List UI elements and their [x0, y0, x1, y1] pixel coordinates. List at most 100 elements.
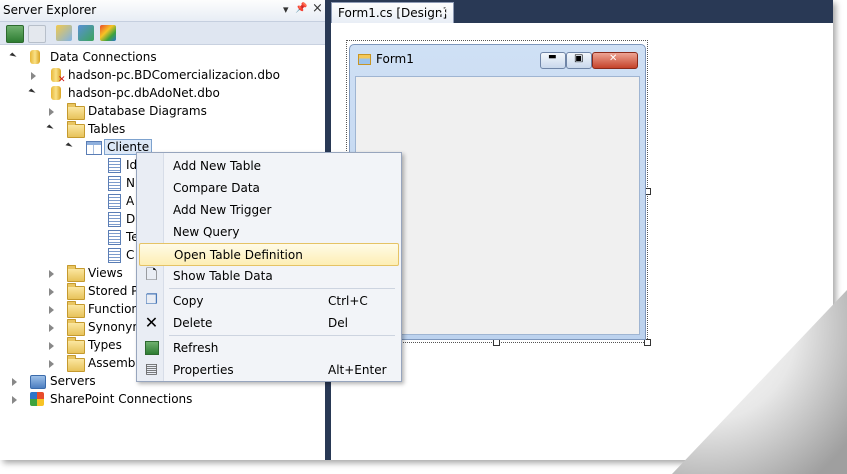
close-button[interactable]: ✕: [592, 52, 638, 69]
tree-label: hadson-pc.BDComercializacion.dbo: [68, 68, 280, 82]
dropdown-icon[interactable]: ▾: [283, 3, 289, 16]
folder-icon: [67, 283, 85, 300]
panel-title: Server Explorer: [3, 3, 97, 17]
menu-separator: [169, 335, 395, 336]
expand-arrow-icon[interactable]: [49, 288, 54, 296]
menu-item-delete[interactable]: ✕ Delete Del: [139, 312, 397, 333]
menu-item-compare-data[interactable]: Compare Data: [139, 177, 397, 198]
menu-item-properties[interactable]: ▤ Properties Alt+Enter: [139, 359, 397, 380]
servers-icon: [30, 375, 46, 389]
tree-label: hadson-pc.dbAdoNet.dbo: [68, 86, 220, 100]
folder-icon: [67, 103, 85, 120]
form-icon: [358, 54, 371, 65]
resize-handle[interactable]: [644, 339, 651, 346]
sharepoint-icon: [30, 392, 44, 406]
expand-arrow-icon[interactable]: [31, 72, 36, 80]
menu-item-copy[interactable]: ❐ Copy Ctrl+C: [139, 290, 397, 311]
data-connections-icon: [30, 50, 40, 64]
tree-label: Types: [88, 338, 122, 352]
folder-icon: [67, 355, 85, 372]
resize-handle[interactable]: [493, 339, 500, 346]
connect-server-icon[interactable]: [78, 25, 94, 41]
tab-close-icon[interactable]: ×: [438, 4, 449, 19]
properties-icon: ▤: [144, 361, 159, 377]
tab-form1-design[interactable]: Form1.cs [Design]: [331, 2, 455, 23]
tree-label: D: [126, 212, 136, 226]
tree-label: N: [126, 176, 135, 190]
form-title: Form1: [376, 52, 414, 66]
menu-item-add-new-table[interactable]: Add New Table: [139, 155, 397, 176]
menu-item-new-query[interactable]: New Query: [139, 221, 397, 242]
pin-icon[interactable]: 📌: [295, 3, 307, 14]
column-icon: [108, 230, 121, 245]
expand-arrow-icon[interactable]: [49, 360, 54, 368]
expand-arrow-icon[interactable]: [49, 306, 54, 314]
expand-arrow-icon[interactable]: [12, 396, 17, 404]
tree-label: Views: [88, 266, 123, 280]
expand-arrow-icon[interactable]: [49, 324, 54, 332]
context-menu: Add New Table Compare Data Add New Trigg…: [136, 152, 402, 382]
menu-item-show-table-data[interactable]: 🗋 Show Table Data: [139, 265, 397, 286]
expand-arrow-icon[interactable]: [49, 270, 54, 278]
tree-label: Function: [88, 302, 140, 316]
expand-arrow-icon[interactable]: [12, 378, 17, 386]
menu-label: New Query: [173, 225, 240, 239]
column-icon: [108, 194, 121, 209]
menu-label: Properties: [173, 363, 234, 377]
collapse-arrow-icon[interactable]: [46, 124, 54, 132]
document-icon: 🗋: [145, 267, 158, 283]
folder-icon: [67, 337, 85, 354]
refresh-icon: [145, 341, 159, 355]
collapse-arrow-icon[interactable]: [28, 88, 36, 96]
folder-icon: [67, 265, 85, 282]
tree-label: Stored Pr: [88, 284, 144, 298]
maximize-icon: ▣: [574, 53, 584, 64]
folder-icon: [67, 301, 85, 318]
menu-item-add-new-trigger[interactable]: Add New Trigger: [139, 199, 397, 220]
close-icon: ✕: [609, 53, 618, 64]
tree-label: SharePoint Connections: [50, 392, 193, 406]
menu-shortcut: Ctrl+C: [328, 294, 368, 308]
column-icon: [108, 248, 121, 263]
refresh-icon[interactable]: [6, 25, 24, 43]
collapse-arrow-icon[interactable]: [9, 52, 17, 60]
tree-label: Database Diagrams: [88, 104, 207, 118]
ide-window: Server Explorer ▾ 📌 × Data Connections ✕: [0, 0, 833, 460]
menu-shortcut: Del: [328, 316, 348, 330]
menu-label: Add New Trigger: [173, 203, 272, 217]
tab-label: Form1.cs [Design]: [338, 6, 448, 20]
maximize-button[interactable]: ▣: [566, 52, 592, 69]
folder-icon: [67, 319, 85, 336]
menu-label: Delete: [173, 316, 213, 330]
expand-arrow-icon[interactable]: [49, 342, 54, 350]
stop-icon[interactable]: [28, 25, 46, 43]
tree-label: Data Connections: [50, 50, 157, 64]
column-icon: [108, 158, 121, 173]
expand-arrow-icon[interactable]: [49, 108, 54, 116]
tree-label: A: [126, 194, 135, 208]
table-icon: [86, 141, 102, 155]
collapse-arrow-icon[interactable]: [65, 142, 73, 150]
server-explorer-toolbar: [0, 22, 325, 45]
tree-label: Tables: [88, 122, 126, 136]
menu-label: Copy: [173, 294, 204, 308]
menu-item-refresh[interactable]: Refresh: [139, 337, 397, 358]
column-icon: [108, 212, 121, 227]
column-icon: [108, 176, 121, 191]
menu-label: Refresh: [173, 341, 219, 355]
menu-label: Add New Table: [173, 159, 262, 173]
menu-label: Show Table Data: [173, 269, 273, 283]
minimize-button[interactable]: ▬: [540, 52, 566, 69]
error-mark-icon: ✕: [58, 75, 66, 85]
tree-label: C: [126, 248, 135, 262]
menu-item-open-table-definition[interactable]: Open Table Definition: [139, 243, 399, 266]
menu-shortcut: Alt+Enter: [328, 363, 387, 377]
connect-sharepoint-icon[interactable]: [100, 25, 116, 41]
server-explorer-titlebar: Server Explorer ▾ 📌 ×: [0, 0, 325, 22]
tree-label: Assembli: [88, 356, 143, 370]
connect-database-icon[interactable]: [56, 25, 72, 41]
close-icon[interactable]: ×: [312, 1, 323, 16]
tree-label: Servers: [50, 374, 96, 388]
menu-label: Compare Data: [173, 181, 260, 195]
folder-icon: [67, 121, 85, 138]
